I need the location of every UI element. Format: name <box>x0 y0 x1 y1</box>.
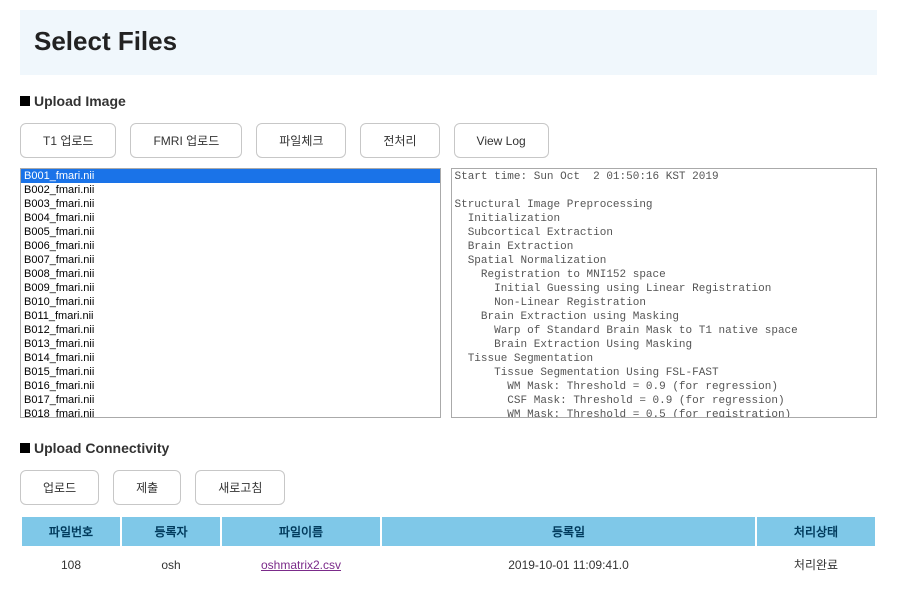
file-list-item[interactable]: B008_fmari.nii <box>21 267 440 281</box>
th-regdate: 등록일 <box>381 516 756 547</box>
upload-image-header: Upload Image <box>20 93 877 109</box>
cell-fileno: 108 <box>21 547 121 581</box>
file-list-item[interactable]: B003_fmari.nii <box>21 197 440 211</box>
cell-regdate: 2019-10-01 11:09:41.0 <box>381 547 756 581</box>
file-list-item[interactable]: B012_fmari.nii <box>21 323 440 337</box>
file-list-item[interactable]: B015_fmari.nii <box>21 365 440 379</box>
cell-registrant: osh <box>121 547 221 581</box>
th-registrant: 등록자 <box>121 516 221 547</box>
preprocess-button[interactable]: 전처리 <box>360 123 439 158</box>
file-link[interactable]: oshmatrix2.csv <box>261 558 341 572</box>
file-list-item[interactable]: B009_fmari.nii <box>21 281 440 295</box>
file-list-item[interactable]: B018_fmari.nii <box>21 407 440 418</box>
upload-button[interactable]: 업로드 <box>20 470 99 505</box>
file-list-item[interactable]: B005_fmari.nii <box>21 225 440 239</box>
connectivity-table: 파일번호 등록자 파일이름 등록일 처리상태 108osh oshmatrix2.… <box>20 515 877 581</box>
view-log-button[interactable]: View Log <box>454 123 549 158</box>
refresh-button[interactable]: 새로고침 <box>195 470 285 505</box>
table-row: 108osh oshmatrix2.csv 2019-10-01 11:09:41.… <box>21 547 876 581</box>
file-list-item[interactable]: B002_fmari.nii <box>21 183 440 197</box>
log-pane[interactable]: Start time: Sun Oct 2 01:50:16 KST 2019 … <box>451 168 878 418</box>
file-list-item[interactable]: B011_fmari.nii <box>21 309 440 323</box>
title-bar: Select Files <box>20 10 877 75</box>
two-pane-container: B001_fmari.niiB002_fmari.niiB003_fmari.n… <box>20 168 877 418</box>
file-list-item[interactable]: B017_fmari.nii <box>21 393 440 407</box>
submit-button[interactable]: 제출 <box>113 470 181 505</box>
th-status: 처리상태 <box>756 516 876 547</box>
file-list-item[interactable]: B010_fmari.nii <box>21 295 440 309</box>
file-list-item[interactable]: B007_fmari.nii <box>21 253 440 267</box>
cell-status: 처리완료 <box>756 547 876 581</box>
file-list-item[interactable]: B006_fmari.nii <box>21 239 440 253</box>
file-list-item[interactable]: B013_fmari.nii <box>21 337 440 351</box>
fmri-upload-button[interactable]: FMRI 업로드 <box>130 123 242 158</box>
file-list-item[interactable]: B001_fmari.nii <box>21 169 440 183</box>
upload-image-buttons: T1 업로드 FMRI 업로드 파일체크 전처리 View Log <box>20 123 877 158</box>
table-header-row: 파일번호 등록자 파일이름 등록일 처리상태 <box>21 516 876 547</box>
file-list-item[interactable]: B014_fmari.nii <box>21 351 440 365</box>
th-fileno: 파일번호 <box>21 516 121 547</box>
file-list-item[interactable]: B004_fmari.nii <box>21 211 440 225</box>
page-title: Select Files <box>34 26 863 57</box>
file-list-item[interactable]: B016_fmari.nii <box>21 379 440 393</box>
th-filename: 파일이름 <box>221 516 381 547</box>
file-list[interactable]: B001_fmari.niiB002_fmari.niiB003_fmari.n… <box>20 168 441 418</box>
upload-connectivity-header: Upload Connectivity <box>20 440 877 456</box>
cell-filename: oshmatrix2.csv <box>221 547 381 581</box>
file-check-button[interactable]: 파일체크 <box>256 123 346 158</box>
t1-upload-button[interactable]: T1 업로드 <box>20 123 116 158</box>
connectivity-buttons: 업로드 제출 새로고침 <box>20 470 877 505</box>
upload-image-label: Upload Image <box>34 93 126 109</box>
upload-connectivity-label: Upload Connectivity <box>34 440 169 456</box>
